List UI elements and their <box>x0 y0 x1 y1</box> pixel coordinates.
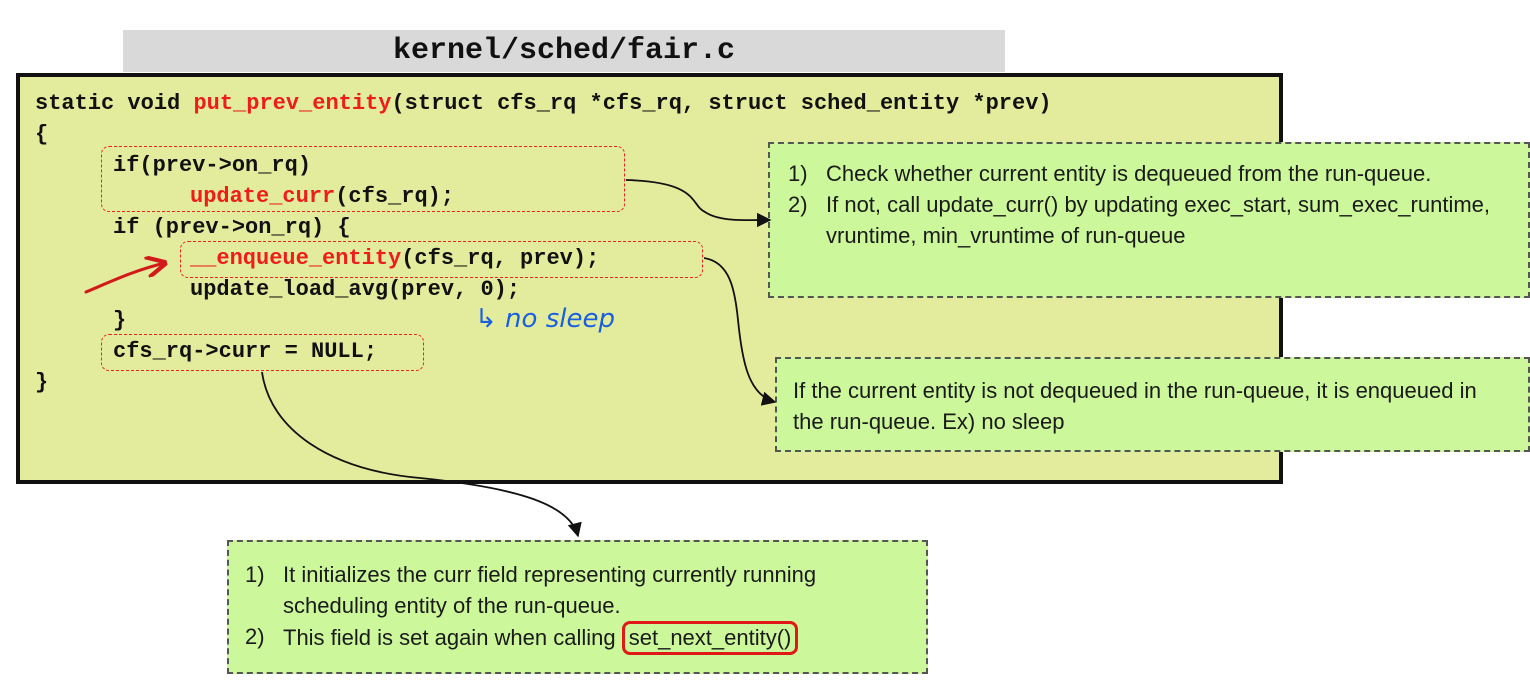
arrow-to-note1 <box>625 179 772 228</box>
handdrawn-red-arrow <box>84 263 165 294</box>
connector-arrows <box>84 179 777 538</box>
arrow-to-note2 <box>703 257 777 406</box>
arrow-to-note3 <box>261 371 582 538</box>
